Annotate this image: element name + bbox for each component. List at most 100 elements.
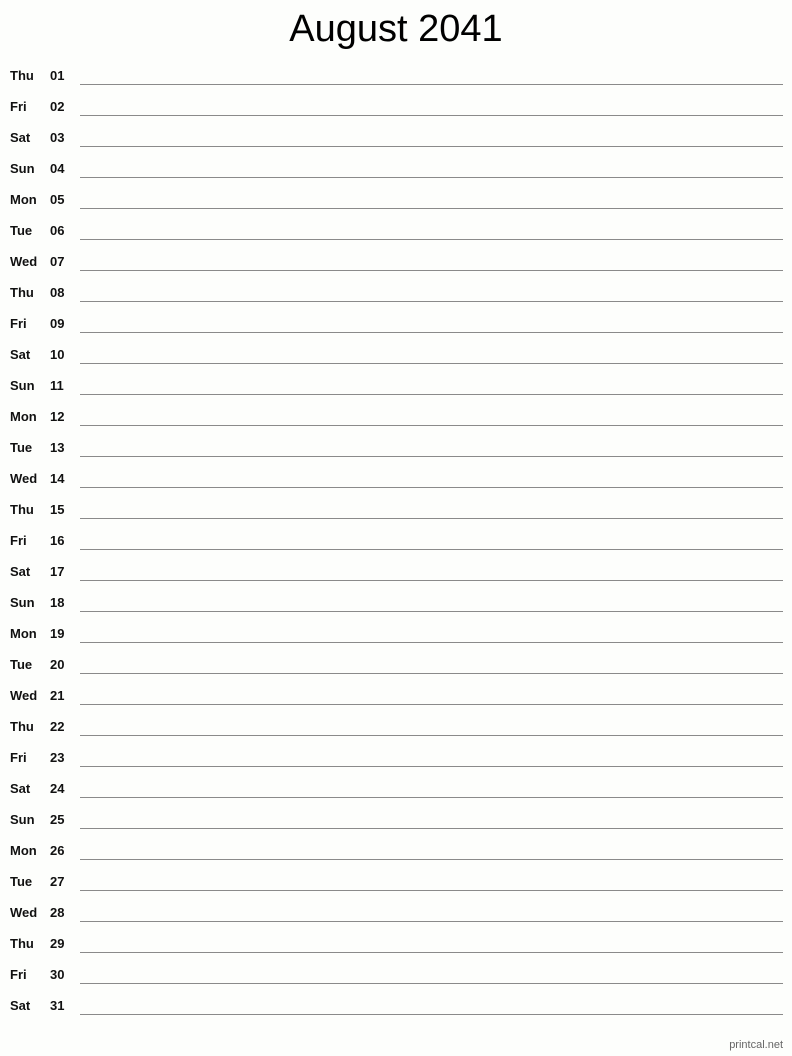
day-number: 19 <box>50 626 65 641</box>
day-row: Sat 03 <box>0 122 792 153</box>
writing-line <box>80 580 783 581</box>
day-of-week: Mon <box>10 409 37 424</box>
day-number: 14 <box>50 471 65 486</box>
day-row: Tue 06 <box>0 215 792 246</box>
day-of-week: Wed <box>10 254 38 269</box>
day-number: 05 <box>50 192 65 207</box>
day-number: 16 <box>50 533 65 548</box>
day-row: Mon 26 <box>0 835 792 866</box>
page-title: August 2041 <box>289 8 503 50</box>
day-of-week: Mon <box>10 843 37 858</box>
day-number: 07 <box>50 254 65 269</box>
writing-line <box>80 797 783 798</box>
day-of-week: Thu <box>10 502 34 517</box>
day-number: 03 <box>50 130 65 145</box>
day-row: Fri 02 <box>0 91 792 122</box>
day-row: Tue 13 <box>0 432 792 463</box>
day-number: 04 <box>50 161 65 176</box>
day-of-week: Sun <box>10 161 35 176</box>
day-of-week: Wed <box>10 688 38 703</box>
day-of-week: Fri <box>10 533 27 548</box>
writing-line <box>80 239 783 240</box>
day-row: Wed 21 <box>0 680 792 711</box>
day-number: 13 <box>50 440 65 455</box>
writing-line <box>80 270 783 271</box>
day-number: 01 <box>50 68 65 83</box>
writing-line <box>80 301 783 302</box>
day-row: Thu 01 <box>0 60 792 91</box>
writing-line <box>80 952 783 953</box>
footer-credit: printcal.net <box>729 1039 783 1051</box>
writing-line <box>80 456 783 457</box>
day-row: Fri 16 <box>0 525 792 556</box>
day-of-week: Sun <box>10 595 35 610</box>
writing-line <box>80 332 783 333</box>
day-row: Sun 18 <box>0 587 792 618</box>
day-row: Thu 29 <box>0 928 792 959</box>
day-number: 06 <box>50 223 65 238</box>
day-number: 24 <box>50 781 65 796</box>
day-of-week: Sun <box>10 812 35 827</box>
day-of-week: Tue <box>10 874 33 889</box>
day-of-week: Thu <box>10 68 34 83</box>
writing-line <box>80 766 783 767</box>
writing-line <box>80 394 783 395</box>
writing-line <box>80 673 783 674</box>
day-of-week: Thu <box>10 719 34 734</box>
writing-line <box>80 828 783 829</box>
writing-line <box>80 84 783 85</box>
day-of-week: Fri <box>10 750 27 765</box>
day-number: 10 <box>50 347 65 362</box>
day-of-week: Wed <box>10 905 38 920</box>
day-of-week: Sat <box>10 781 31 796</box>
writing-line <box>80 611 783 612</box>
day-number: 02 <box>50 99 65 114</box>
day-number: 17 <box>50 564 65 579</box>
day-row: Fri 23 <box>0 742 792 773</box>
day-row: Mon 12 <box>0 401 792 432</box>
writing-line <box>80 115 783 116</box>
day-number: 30 <box>50 967 65 982</box>
day-row: Mon 19 <box>0 618 792 649</box>
day-number: 08 <box>50 285 65 300</box>
day-number: 29 <box>50 936 65 951</box>
day-of-week: Sat <box>10 347 31 362</box>
day-of-week: Sat <box>10 998 31 1013</box>
day-number: 15 <box>50 502 65 517</box>
writing-line <box>80 518 783 519</box>
day-of-week: Thu <box>10 285 34 300</box>
writing-line <box>80 704 783 705</box>
writing-line <box>80 859 783 860</box>
day-number: 26 <box>50 843 65 858</box>
day-of-week: Tue <box>10 657 33 672</box>
writing-line <box>80 1014 783 1015</box>
day-row: Thu 15 <box>0 494 792 525</box>
day-number: 20 <box>50 657 65 672</box>
day-of-week: Mon <box>10 626 37 641</box>
writing-line <box>80 487 783 488</box>
day-row: Sat 31 <box>0 990 792 1021</box>
day-row: Mon 05 <box>0 184 792 215</box>
day-row: Tue 27 <box>0 866 792 897</box>
day-number: 27 <box>50 874 65 889</box>
day-of-week: Fri <box>10 967 27 982</box>
day-row: Wed 14 <box>0 463 792 494</box>
day-row: Wed 07 <box>0 246 792 277</box>
writing-line <box>80 642 783 643</box>
day-row: Thu 08 <box>0 277 792 308</box>
day-row: Sat 10 <box>0 339 792 370</box>
day-of-week: Sun <box>10 378 35 393</box>
writing-line <box>80 890 783 891</box>
day-of-week: Fri <box>10 99 27 114</box>
writing-line <box>80 363 783 364</box>
day-row: Tue 20 <box>0 649 792 680</box>
writing-line <box>80 425 783 426</box>
day-number: 23 <box>50 750 65 765</box>
day-of-week: Tue <box>10 440 33 455</box>
day-of-week: Tue <box>10 223 33 238</box>
day-row: Sun 04 <box>0 153 792 184</box>
writing-line <box>80 208 783 209</box>
day-number: 21 <box>50 688 65 703</box>
day-number: 18 <box>50 595 65 610</box>
day-number: 11 <box>50 378 64 393</box>
